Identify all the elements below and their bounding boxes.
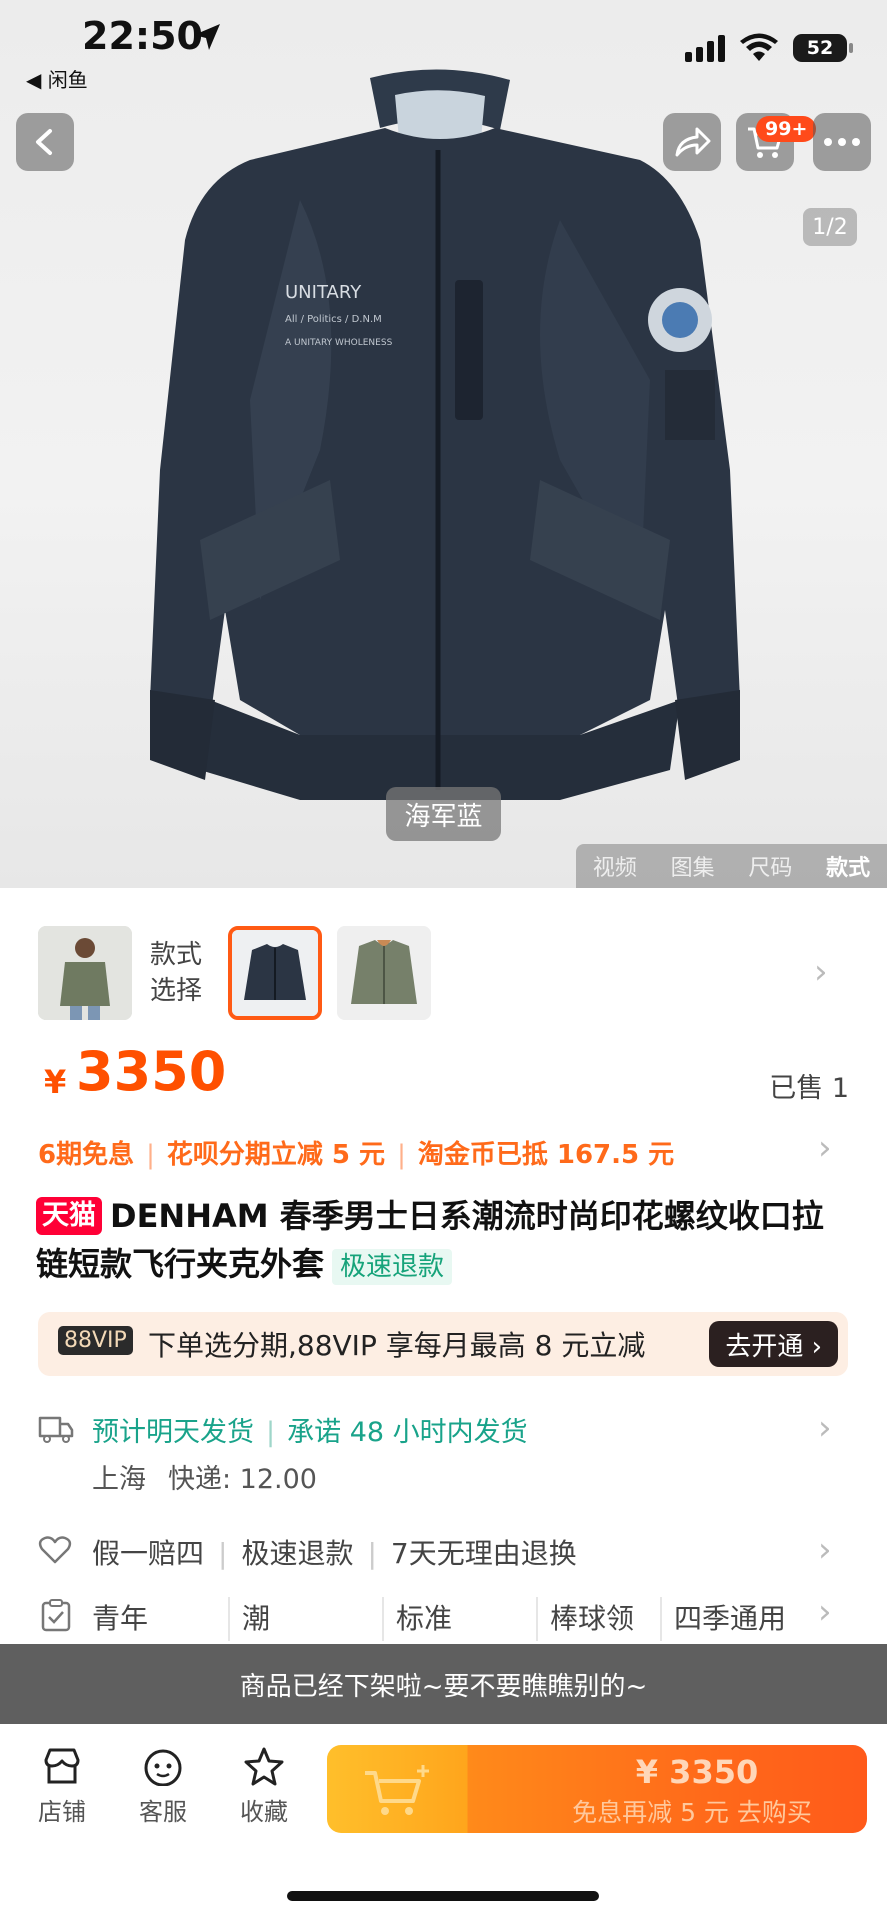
variant-thumb-navy[interactable] [228, 926, 322, 1020]
vip-open-button[interactable]: 去开通 › [709, 1321, 838, 1367]
attribute-chevron-right-icon[interactable]: › [818, 1592, 832, 1632]
off-shelf-notice: 商品已经下架啦~要不要瞧瞧别的~ [0, 1644, 887, 1724]
shipping-estimate: 预计明天发货 | 承诺 48 小时内发货 [92, 1417, 528, 1448]
heart-icon [38, 1536, 72, 1564]
product-title: 天猫 DENHAM 春季男士日系潮流时尚印花螺纹收口拉链短款飞行夹克外套 极速退款 [36, 1192, 851, 1288]
buy-subtext: 免息再减 5 元 去购买 [572, 1798, 812, 1827]
fast-refund-tag: 极速退款 [332, 1249, 453, 1285]
tab-size[interactable]: 尺码 [748, 850, 792, 882]
promo-huabei: 花呗分期立减 5 元 [166, 1140, 386, 1170]
sold-count: 已售 1 [769, 1073, 849, 1104]
service-button[interactable]: 客服 [123, 1746, 203, 1827]
favorite-button[interactable]: 收藏 [224, 1746, 304, 1827]
wifi-icon [740, 33, 778, 61]
color-label: 海军蓝 [386, 787, 501, 841]
attr-fit: 标准 [384, 1597, 538, 1641]
product-image-gallery[interactable]: UNITARY All / Politics / D.N.M A UNITARY… [0, 0, 887, 888]
buy-price: ¥ 3350 [635, 1753, 759, 1791]
attribute-row[interactable]: 青年 潮 标准 棒球领 四季通用 [80, 1597, 820, 1641]
location-arrow-icon [194, 24, 220, 50]
service-label: 客服 [139, 1798, 187, 1826]
back-to-app-link[interactable]: ◀ 闲鱼 [26, 64, 88, 93]
image-page-indicator: 1/2 [803, 208, 857, 246]
model-photo [38, 926, 132, 1020]
shop-button[interactable]: 店铺 [22, 1746, 102, 1827]
share-button[interactable] [663, 113, 721, 171]
variant-label-2: 选择 [150, 976, 203, 1006]
more-dots-icon [824, 138, 860, 146]
promo-chevron-right-icon[interactable]: › [818, 1128, 832, 1168]
tab-style[interactable]: 款式 [826, 850, 870, 882]
truck-icon [38, 1416, 74, 1443]
green-jacket-thumb [337, 926, 431, 1020]
guarantee-fast-refund: 极速退款 [241, 1537, 354, 1570]
promo-interest-free: 6期免息 [38, 1140, 135, 1170]
ship-location: 上海 [92, 1464, 146, 1495]
add-to-cart-icon [365, 1765, 429, 1815]
product-price: 3350 [76, 1040, 227, 1103]
media-tabs: 视频 图集 尺码 款式 [576, 844, 887, 888]
shop-label: 店铺 [38, 1798, 86, 1826]
guarantee-counterfeit: 假一赔四 [92, 1537, 205, 1570]
guarantee-chevron-right-icon[interactable]: › [818, 1530, 832, 1570]
vip-text: 下单选分期,88VIP 享每月最高 8 元立减 [148, 1329, 646, 1362]
battery-icon: 52 [793, 34, 853, 62]
svg-text:A UNITARY WHOLENESS: A UNITARY WHOLENESS [285, 338, 393, 348]
favorite-label: 收藏 [240, 1798, 288, 1826]
attr-season: 四季通用 [674, 1602, 787, 1635]
variant-chevron-right-icon[interactable]: › [814, 952, 828, 992]
guarantee-7day-return: 7天无理由退换 [390, 1537, 577, 1570]
promo-line[interactable]: 6期免息 | 花呗分期立减 5 元 | 淘金币已抵 167.5 元 [38, 1134, 674, 1171]
cart-count-badge: 99+ [756, 116, 817, 142]
attr-style: 潮 [230, 1597, 384, 1641]
back-button[interactable] [16, 113, 74, 171]
variant-label-1: 款式 [150, 940, 203, 970]
variant-thumb-model[interactable] [38, 926, 132, 1020]
vip-tag: 88VIP [58, 1326, 133, 1355]
share-icon [675, 127, 711, 157]
attr-collar: 棒球领 [538, 1597, 662, 1641]
home-indicator [287, 1891, 599, 1901]
shop-icon [44, 1748, 80, 1784]
vip-banner[interactable]: 88VIP 下单选分期,88VIP 享每月最高 8 元立减 去开通 › [38, 1312, 848, 1376]
svg-text:All / Politics / D.N.M: All / Politics / D.N.M [285, 314, 382, 325]
tmall-badge: 天猫 [36, 1197, 102, 1235]
clipboard-icon [41, 1599, 71, 1632]
promo-coins: 淘金币已抵 167.5 元 [417, 1140, 675, 1170]
buy-button[interactable]: ¥ 3350 免息再减 5 元 去购买 [327, 1745, 867, 1833]
attr-age: 青年 [80, 1597, 230, 1641]
svg-text:UNITARY: UNITARY [285, 282, 362, 303]
price-currency: ¥ [44, 1063, 67, 1101]
more-button[interactable] [813, 113, 871, 171]
chevron-left-icon [36, 129, 52, 155]
ship-promise: 承诺 48 小时内发货 [287, 1417, 528, 1448]
status-icons: 52 [685, 28, 853, 68]
service-icon [144, 1749, 182, 1787]
status-time: 22:50 [82, 14, 203, 58]
star-icon [244, 1747, 284, 1786]
signal-icon [685, 34, 725, 62]
navy-jacket-thumb [232, 930, 318, 1016]
guarantees: 假一赔四 | 极速退款 | 7天无理由退换 [92, 1537, 577, 1570]
variant-thumb-green[interactable] [337, 926, 431, 1020]
ship-estimate: 预计明天发货 [92, 1417, 254, 1448]
shipping-chevron-right-icon[interactable]: › [818, 1408, 832, 1448]
tab-video[interactable]: 视频 [593, 850, 637, 882]
tab-gallery[interactable]: 图集 [671, 850, 715, 882]
ship-fee: 快递: 12.00 [168, 1464, 317, 1495]
